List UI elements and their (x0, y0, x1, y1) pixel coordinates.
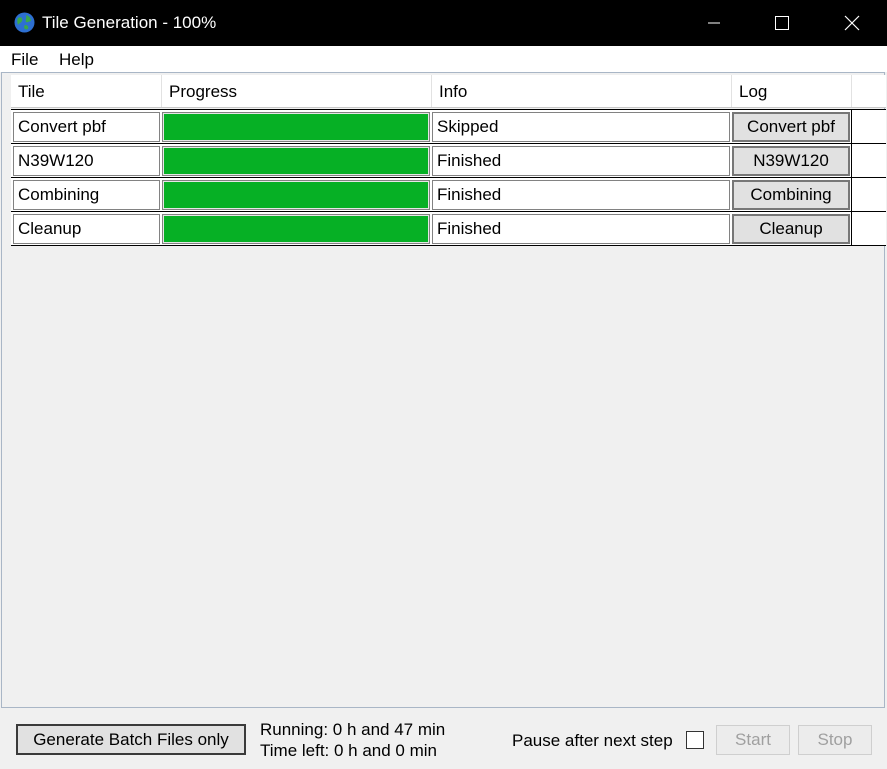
progress-fill (164, 148, 428, 174)
minimize-icon (708, 22, 720, 24)
window-title: Tile Generation - 100% (42, 13, 217, 32)
tile-cell: Cleanup (13, 214, 160, 244)
tile-cell: Combining (13, 180, 160, 210)
log-button[interactable]: Combining (732, 180, 850, 210)
tile-cell: N39W120 (13, 146, 160, 176)
table-row: Convert pbf Skipped Convert pbf (11, 109, 886, 143)
progress-fill (164, 216, 428, 242)
tile-cell: Convert pbf (13, 112, 160, 142)
table-row: Combining Finished Combining (11, 177, 886, 211)
info-cell: Skipped (432, 112, 730, 142)
running-time: Running: 0 h and 47 min (260, 720, 446, 739)
grid-header: Tile Progress Info Log (11, 75, 886, 108)
time-left: Time left: 0 h and 0 min (260, 741, 438, 760)
progress-fill (164, 114, 428, 140)
globe-icon (14, 12, 35, 33)
pause-checkbox[interactable] (686, 731, 704, 749)
maximize-button[interactable] (759, 0, 805, 46)
menu-bar: File Help (0, 46, 887, 72)
column-divider (851, 109, 852, 245)
info-cell: Finished (432, 180, 730, 210)
progress-bar (162, 214, 430, 244)
close-button[interactable] (829, 0, 875, 46)
info-cell: Finished (432, 214, 730, 244)
progress-bar (162, 180, 430, 210)
log-button[interactable]: Convert pbf (732, 112, 850, 142)
status-bar: Generate Batch Files only Running: 0 h a… (0, 708, 887, 769)
progress-fill (164, 182, 428, 208)
table-row: Cleanup Finished Cleanup (11, 211, 886, 246)
log-button[interactable]: Cleanup (732, 214, 850, 244)
pause-label: Pause after next step (512, 731, 673, 750)
progress-bar (162, 112, 430, 142)
log-button[interactable]: N39W120 (732, 146, 850, 176)
menu-help[interactable]: Help (59, 50, 94, 70)
menu-file[interactable]: File (11, 50, 38, 70)
column-header-info[interactable]: Info (432, 75, 732, 107)
start-button[interactable]: Start (716, 725, 790, 755)
title-bar: Tile Generation - 100% (0, 0, 887, 46)
stop-button[interactable]: Stop (798, 725, 872, 755)
column-header-log[interactable]: Log (732, 75, 852, 107)
table-row: N39W120 Finished N39W120 (11, 143, 886, 177)
close-icon (844, 15, 860, 31)
maximize-icon (775, 16, 789, 30)
column-header-progress[interactable]: Progress (162, 75, 432, 107)
generate-batch-files-button[interactable]: Generate Batch Files only (16, 724, 246, 755)
minimize-button[interactable] (691, 0, 737, 46)
column-header-tile[interactable]: Tile (11, 75, 162, 107)
info-cell: Finished (432, 146, 730, 176)
progress-bar (162, 146, 430, 176)
